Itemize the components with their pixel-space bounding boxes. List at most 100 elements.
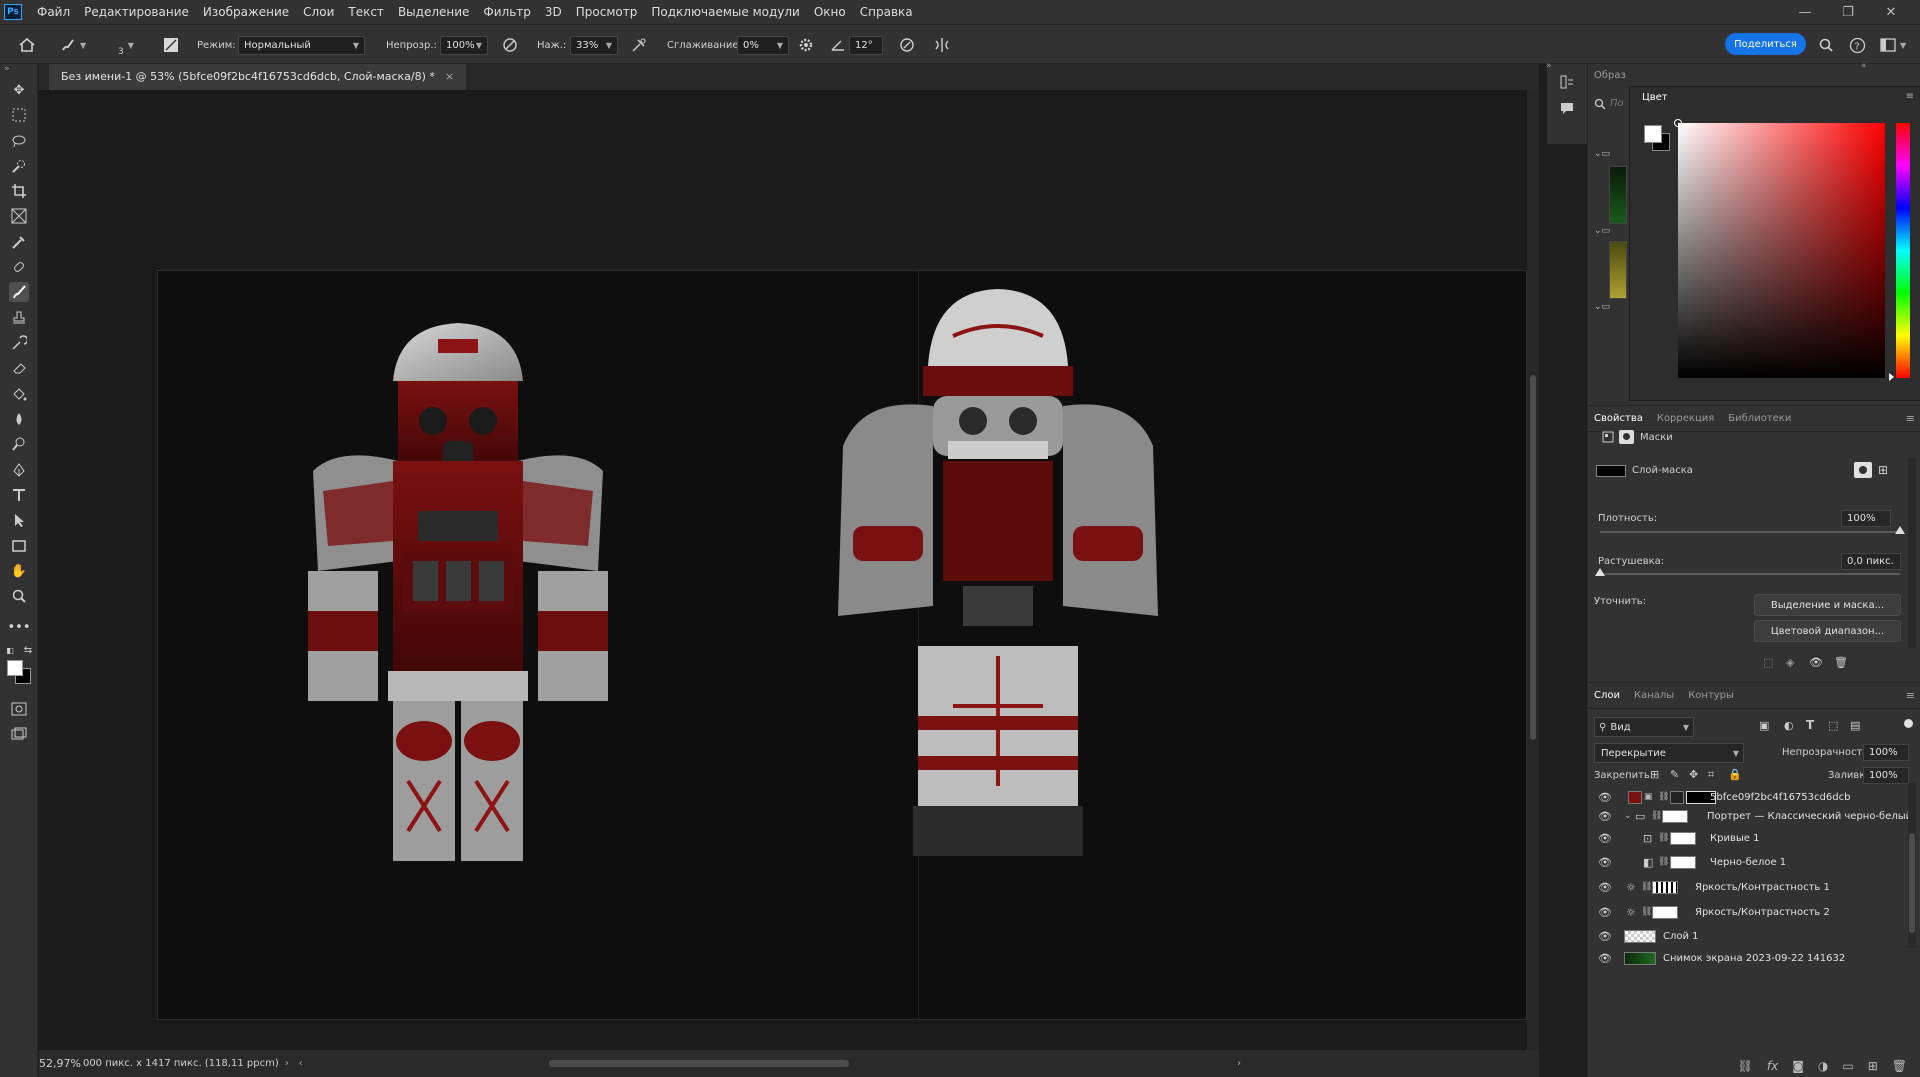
layer-mask-thumbnail[interactable] xyxy=(1670,790,1684,804)
vector-mask-icon[interactable]: ⊞ xyxy=(1878,463,1888,477)
mode-select[interactable]: Нормальный ▼ xyxy=(238,35,365,55)
marquee-tool-icon[interactable] xyxy=(9,105,29,125)
history-panel-icon[interactable] xyxy=(1559,74,1575,90)
eye-icon[interactable]: 👁 xyxy=(1598,791,1612,804)
brush-preset-icon[interactable]: ▼ xyxy=(60,25,86,65)
brush-panel-toggle-icon[interactable] xyxy=(163,25,179,65)
expand-panels-icon[interactable]: » xyxy=(1546,61,1552,71)
panel-menu-icon[interactable]: ≡ xyxy=(1906,91,1914,102)
menu-type[interactable]: Текст xyxy=(341,0,391,24)
help-icon[interactable]: ? xyxy=(1849,25,1866,65)
density-field[interactable]: 100% xyxy=(1841,510,1891,527)
eye-icon[interactable]: 👁 xyxy=(1598,930,1612,943)
search-icon[interactable] xyxy=(1594,98,1606,110)
color-picker-cursor[interactable] xyxy=(1674,119,1682,127)
layer-name[interactable]: Кривые 1 xyxy=(1710,833,1759,844)
layer-name[interactable]: Яркость/Контрастность 2 xyxy=(1695,907,1830,918)
trash-icon[interactable]: 🗑 xyxy=(1892,1059,1907,1073)
hue-slider-handle[interactable] xyxy=(1889,373,1894,381)
samples-tab-collapsed[interactable]: Образ xyxy=(1594,70,1626,81)
frame-tool-icon[interactable] xyxy=(9,206,29,226)
layer-row[interactable]: 👁 ▣ ⛓ 5bfce09f2bc4f16753cd6dcb xyxy=(1588,787,1920,807)
lock-position-icon[interactable]: ✥ xyxy=(1689,768,1698,781)
minimize-icon[interactable]: — xyxy=(1785,0,1825,24)
document-tab[interactable]: Без имени-1 @ 53% (5bfce09f2bc4f16753cd6… xyxy=(49,64,467,90)
blend-mode-select[interactable]: Перекрытие ▼ xyxy=(1594,743,1744,763)
lock-pixels-icon[interactable]: ✎ xyxy=(1670,768,1679,781)
folder-icon[interactable]: ⌄▭ xyxy=(1594,149,1610,159)
layer-row[interactable]: 👁 ☼ ⛓ Яркость/Контрастность 2 xyxy=(1588,902,1920,922)
scroll-right-icon[interactable]: › xyxy=(1237,1058,1241,1069)
menu-file[interactable]: Файл xyxy=(30,0,77,24)
layer-mask-thumbnail[interactable] xyxy=(1670,831,1696,845)
layer-mask-thumbnail[interactable] xyxy=(1670,855,1696,869)
opacity-field[interactable]: 100% ▼ xyxy=(440,35,488,55)
layer-name[interactable]: 5bfce09f2bc4f16753cd6dcb xyxy=(1710,792,1850,803)
collapse-panels-icon[interactable]: « xyxy=(1861,61,1867,71)
panel-menu-icon[interactable]: ≡ xyxy=(1906,412,1915,425)
menu-window[interactable]: Окно xyxy=(807,0,853,24)
path-selection-tool-icon[interactable] xyxy=(9,510,29,530)
quick-mask-icon[interactable] xyxy=(9,699,29,719)
new-group-icon[interactable]: ▭ xyxy=(1842,1059,1853,1073)
mask-icon[interactable] xyxy=(1619,430,1634,444)
color-range-button[interactable]: Цветовой диапазон... xyxy=(1754,620,1901,642)
blur-tool-icon[interactable] xyxy=(9,409,29,429)
workspace-icon[interactable]: ▼ xyxy=(1880,25,1906,65)
menu-view[interactable]: Просмотр xyxy=(569,0,645,24)
eyedropper-tool-icon[interactable] xyxy=(9,232,29,252)
move-tool-icon[interactable]: ✥ xyxy=(9,80,29,100)
layer-mask-thumbnail[interactable] xyxy=(1652,880,1678,894)
new-layer-icon[interactable]: ⊞ xyxy=(1868,1059,1878,1073)
eye-icon[interactable]: 👁 xyxy=(1598,810,1612,823)
tab-properties[interactable]: Свойства xyxy=(1594,413,1643,424)
feather-slider[interactable] xyxy=(1595,568,1900,576)
layer-row[interactable]: 👁 ⊡ ⛓ Кривые 1 xyxy=(1588,828,1920,848)
lasso-tool-icon[interactable] xyxy=(9,131,29,151)
color-picker-field[interactable] xyxy=(1674,119,1885,378)
menu-help[interactable]: Справка xyxy=(853,0,920,24)
load-selection-icon[interactable]: ⬚ xyxy=(1763,656,1773,669)
fill-field[interactable]: 100% xyxy=(1863,767,1909,784)
layer-name[interactable]: Яркость/Контрастность 1 xyxy=(1695,882,1830,893)
layer-mask-thumbnail[interactable] xyxy=(1652,905,1678,919)
layer-opacity-field[interactable]: 100% xyxy=(1863,744,1909,761)
eye-icon[interactable]: 👁 xyxy=(1598,832,1612,845)
screen-mode-icon[interactable] xyxy=(9,724,29,744)
layer-filter-select[interactable]: ⚲ Вид ▼ xyxy=(1594,717,1694,737)
rectangle-tool-icon[interactable] xyxy=(9,536,29,556)
brush-tool-icon[interactable] xyxy=(9,282,29,302)
menu-edit[interactable]: Редактирование xyxy=(77,0,196,24)
zoom-level[interactable]: 52,97% xyxy=(39,1057,81,1070)
chevron-down-icon[interactable]: ⌄ xyxy=(1624,811,1632,821)
filter-smart-object-icon[interactable]: ▤ xyxy=(1850,719,1860,732)
tab-layers[interactable]: Слои xyxy=(1594,690,1620,701)
hue-slider[interactable] xyxy=(1889,123,1910,381)
vertical-scrollbar-thumb[interactable] xyxy=(1530,375,1536,740)
panel-menu-icon[interactable]: ≡ xyxy=(1906,689,1915,702)
lock-artboard-icon[interactable]: ⌗ xyxy=(1708,768,1714,782)
quick-selection-tool-icon[interactable] xyxy=(9,156,29,176)
filter-type-icon[interactable]: T xyxy=(1806,718,1814,732)
eye-icon[interactable]: 👁 xyxy=(1598,856,1612,869)
horizontal-scrollbar-thumb[interactable] xyxy=(549,1060,849,1067)
zoom-tool-icon[interactable] xyxy=(9,586,29,606)
angle-field[interactable]: 12° xyxy=(849,35,883,55)
healing-brush-tool-icon[interactable] xyxy=(9,257,29,277)
dodge-tool-icon[interactable] xyxy=(9,434,29,454)
close-window-icon[interactable]: ✕ xyxy=(1871,0,1911,24)
trash-icon[interactable]: 🗑 xyxy=(1834,656,1848,669)
hand-tool-icon[interactable]: ✋ xyxy=(9,561,29,581)
menu-layers[interactable]: Слои xyxy=(296,0,341,24)
swap-colors-icon[interactable]: ⇆ xyxy=(22,644,34,656)
lock-all-icon[interactable]: 🔒 xyxy=(1728,768,1742,781)
vertical-scrollbar[interactable] xyxy=(1527,90,1539,1050)
close-tab-icon[interactable]: × xyxy=(445,64,454,90)
brush-size-indicator[interactable]: 3 ▼ xyxy=(118,25,134,65)
feather-slider-handle[interactable] xyxy=(1595,568,1605,576)
layer-style-icon[interactable]: fx xyxy=(1767,1059,1778,1073)
layer-row[interactable]: 👁 ⌄ ▭ ⛓ Портрет — Классический черно-бел… xyxy=(1588,806,1920,826)
home-icon[interactable] xyxy=(18,25,36,65)
eye-icon[interactable]: 👁 xyxy=(1598,881,1612,894)
comments-panel-icon[interactable] xyxy=(1559,100,1575,116)
